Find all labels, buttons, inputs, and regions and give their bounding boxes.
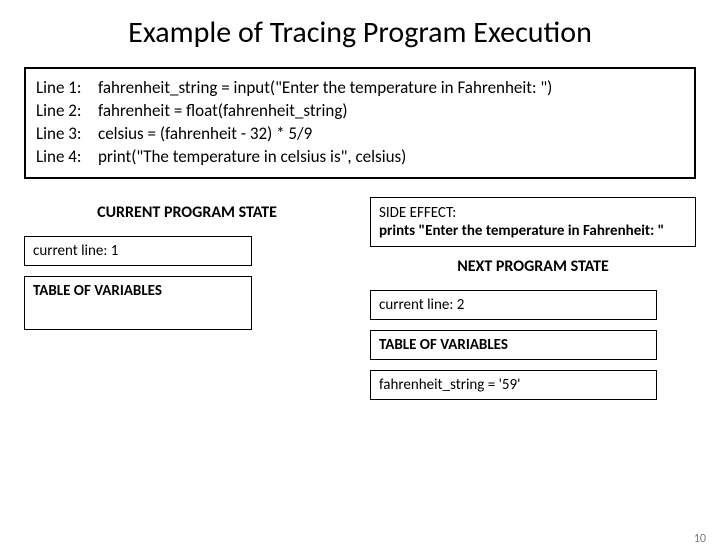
slide-title: Example of Tracing Program Execution xyxy=(20,14,700,51)
side-effect-box: SIDE EFFECT: prints "Enter the temperatu… xyxy=(370,197,696,247)
page-number: 10 xyxy=(694,532,706,546)
code-line: Line 1: fahrenheit_string = input("Enter… xyxy=(36,77,684,100)
code-line: Line 4: print("The temperature in celsiu… xyxy=(36,146,684,169)
line-text: celsius = (fahrenheit - 32) * 5/9 xyxy=(98,123,312,146)
line-text: print("The temperature in celsius is", c… xyxy=(98,146,406,169)
current-line-box: current line: 1 xyxy=(24,236,252,266)
next-variable-row: fahrenheit_string = '59' xyxy=(370,370,657,400)
current-state-column: CURRENT PROGRAM STATE current line: 1 TA… xyxy=(24,197,350,410)
line-label: Line 4: xyxy=(36,146,98,169)
line-label: Line 3: xyxy=(36,123,98,146)
current-table-variables-box: TABLE OF VARIABLES xyxy=(24,276,252,330)
line-label: Line 1: xyxy=(36,77,98,100)
line-text: fahrenheit = float(fahrenheit_string) xyxy=(98,100,348,123)
next-state-column: SIDE EFFECT: prints "Enter the temperatu… xyxy=(370,197,696,410)
line-text: fahrenheit_string = input("Enter the tem… xyxy=(98,77,552,100)
code-line: Line 2: fahrenheit = float(fahrenheit_st… xyxy=(36,100,684,123)
code-line: Line 3: celsius = (fahrenheit - 32) * 5/… xyxy=(36,123,684,146)
side-effect-text: prints "Enter the temperature in Fahrenh… xyxy=(379,222,687,240)
next-current-line-box: current line: 2 xyxy=(370,290,657,320)
next-table-variables-heading: TABLE OF VARIABLES xyxy=(370,330,657,360)
next-state-heading: NEXT PROGRAM STATE xyxy=(370,257,696,276)
line-label: Line 2: xyxy=(36,100,98,123)
code-block: Line 1: fahrenheit_string = input("Enter… xyxy=(24,67,696,179)
current-state-heading: CURRENT PROGRAM STATE xyxy=(24,203,350,222)
side-effect-label: SIDE EFFECT: xyxy=(379,204,687,222)
